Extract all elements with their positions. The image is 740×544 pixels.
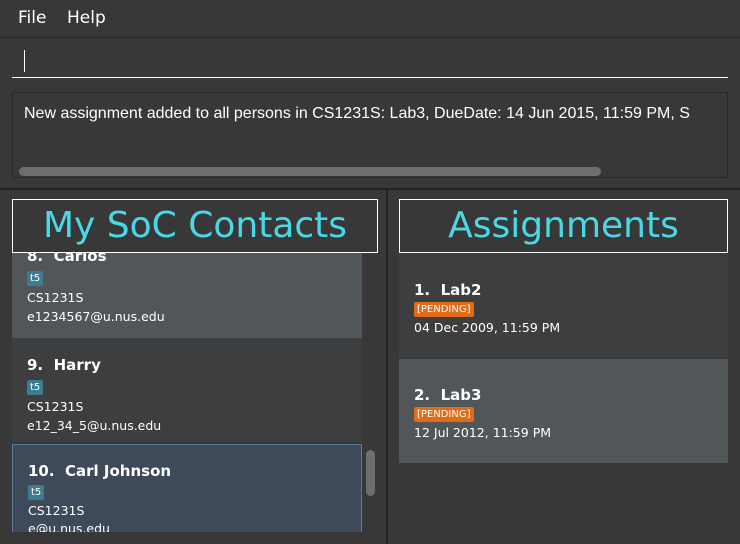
person-email: e12_34_5@u.nus.edu [27, 418, 162, 433]
person-card[interactable]: 9. Harry t5 CS1231S e12_34_5@u.nus.edu [12, 338, 362, 442]
command-input[interactable] [12, 44, 728, 78]
person-card-selected[interactable]: 10. Carl Johnson t5 CS1231S e@u.nus.edu [12, 444, 362, 532]
menu-file[interactable]: File [18, 8, 46, 28]
person-list[interactable]: 8. Carlos t5 CS1231S e1234567@u.nus.edu … [12, 252, 362, 532]
person-tag: t5 [27, 271, 44, 286]
status-badge: [PENDING] [414, 302, 474, 317]
result-display[interactable]: New assignment added to all persons in C… [12, 92, 728, 178]
person-module: CS1231S [27, 290, 84, 305]
person-module: CS1231S [27, 399, 84, 414]
person-name: 8. Carlos [27, 252, 107, 265]
assignment-card[interactable]: 1. Lab2 [PENDING] 04 Dec 2009, 11:59 PM [399, 254, 728, 358]
menu-bar: File Help [0, 0, 740, 38]
person-name: 10. Carl Johnson [28, 462, 172, 480]
command-box [0, 38, 740, 87]
assignments-panel-title: Assignments [399, 199, 728, 253]
assignment-name: 2. Lab3 [414, 386, 482, 404]
scrollbar-thumb[interactable] [366, 450, 375, 496]
result-display-area: New assignment added to all persons in C… [0, 86, 740, 186]
person-module: CS1231S [28, 503, 85, 518]
vertical-scrollbar[interactable] [362, 252, 380, 532]
person-name: 9. Harry [27, 356, 101, 374]
assignment-due-date: 12 Jul 2012, 11:59 PM [414, 425, 552, 440]
assignment-card[interactable]: 2. Lab3 [PENDING] 12 Jul 2012, 11:59 PM [399, 359, 728, 463]
person-tag: t5 [28, 485, 45, 500]
horizontal-scrollbar[interactable] [19, 167, 601, 176]
menu-help[interactable]: Help [67, 8, 106, 28]
person-card[interactable]: 8. Carlos t5 CS1231S e1234567@u.nus.edu [12, 252, 362, 338]
status-badge: [PENDING] [414, 407, 474, 422]
text-caret [24, 50, 25, 72]
person-email: e@u.nus.edu [28, 521, 110, 532]
assignment-due-date: 04 Dec 2009, 11:59 PM [414, 320, 561, 335]
contacts-panel-title: My SoC Contacts [12, 199, 378, 253]
result-message: New assignment added to all persons in C… [24, 105, 690, 122]
assignment-name: 1. Lab2 [414, 281, 482, 299]
person-tag: t5 [27, 380, 44, 395]
person-email: e1234567@u.nus.edu [27, 309, 165, 324]
